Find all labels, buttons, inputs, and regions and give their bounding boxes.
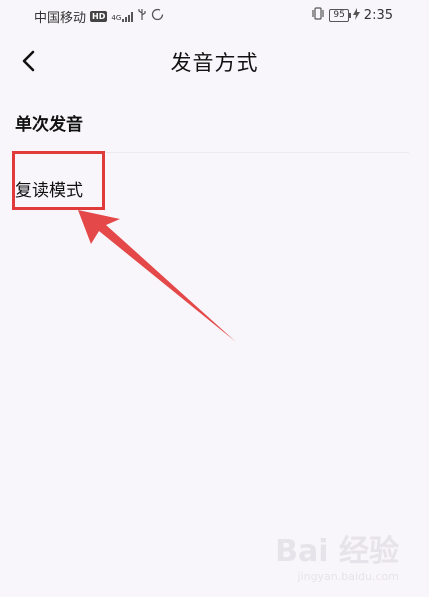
annotation-arrow-icon bbox=[78, 210, 236, 342]
watermark: Bai 经验 jingyan.baidu.com bbox=[275, 526, 399, 583]
watermark-logo: Bai 经验 bbox=[275, 534, 399, 569]
watermark-url: jingyan.baidu.com bbox=[297, 570, 399, 583]
